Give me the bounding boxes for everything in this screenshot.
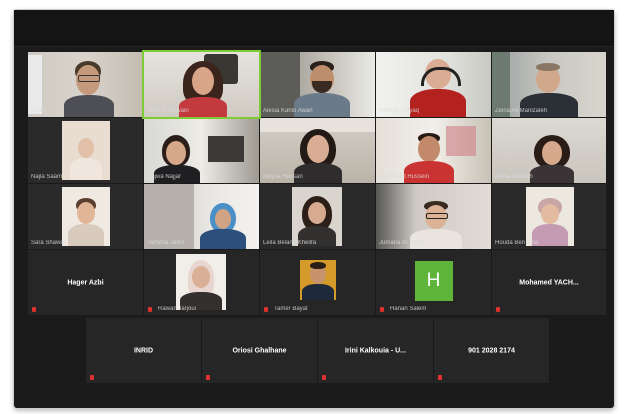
participant-tile-no-video[interactable]: INRID — [85, 317, 202, 384]
video-tile[interactable]: Maysa Hassan — [259, 117, 376, 184]
muted-mic-icon — [264, 307, 268, 312]
participant-name-label: Jumana Al Tamimi — [379, 240, 428, 246]
video-tile[interactable]: Najwa Najjar — [143, 117, 260, 184]
participant-name-label: Mahmoud Hussein — [379, 174, 430, 180]
participant-name-label: Houda Ben Attia — [495, 240, 539, 246]
video-tile[interactable]: Mahmoud Hussein — [375, 117, 492, 184]
monitor-frame: Lu Je... Iman Al Nuwairi Alesia Kahlo Aw… — [14, 10, 614, 408]
video-tile[interactable]: Asma Kaddah — [491, 117, 607, 184]
participant-name-label: Zeina Ali Manizaleh — [495, 108, 548, 114]
participant-tile-no-video[interactable]: Mohamed YACH... — [491, 249, 607, 316]
participant-display-name: Irini Kalkouia - U... — [344, 347, 407, 354]
video-tile[interactable]: Tarnima Jamil — [143, 183, 260, 250]
participant-name-label: Najla Saam — [31, 174, 63, 180]
video-tile[interactable]: Mervan Solyaq — [375, 51, 492, 118]
participant-display-name: 901 2028 2174 — [468, 347, 515, 354]
avatar: H — [414, 260, 453, 301]
participant-name-label: Sara Shawqi — [31, 240, 66, 246]
participant-name-label: Mervan Solyaq — [379, 108, 420, 114]
participant-name-label: Najwa Najjar — [147, 174, 182, 180]
participant-video — [532, 196, 568, 246]
participant-tile-no-video[interactable]: Irini Kalkouia - U... — [317, 317, 434, 384]
participant-name-label: Tamer Bayat — [274, 306, 308, 312]
profile-photo — [300, 260, 336, 300]
participant-video — [68, 196, 104, 246]
video-tile[interactable]: Jumana Al Tamimi — [375, 183, 492, 250]
participant-name-label: Maysa Hassan — [263, 174, 303, 180]
participant-video — [70, 136, 102, 180]
video-tile[interactable]: Leila Belarbi Khelifa — [259, 183, 376, 250]
muted-mic-icon — [32, 307, 36, 312]
participant-display-name: Mohamed YACH... — [519, 279, 579, 286]
participant-display-name: Oriosi Ghalhane — [232, 347, 287, 354]
participant-name-label: Lu Je... — [31, 108, 51, 114]
video-tile[interactable]: Houda Ben Attia — [491, 183, 607, 250]
muted-mic-icon — [90, 375, 94, 380]
participant-tile-photo[interactable]: Tamer Bayat — [259, 249, 376, 316]
video-gallery: Lu Je... Iman Al Nuwairi Alesia Kahlo Aw… — [14, 10, 614, 408]
participant-tile-no-video[interactable]: Hager Azbi — [27, 249, 144, 316]
video-tile-active-speaker[interactable]: Iman Al Nuwairi — [142, 50, 261, 119]
participant-display-name: Hager Azbi — [67, 279, 104, 286]
muted-mic-icon — [496, 307, 500, 312]
participant-name-label: Asma Kaddah — [495, 174, 533, 180]
participant-tile-no-video[interactable]: 901 2028 2174 — [433, 317, 550, 384]
participant-video — [528, 133, 576, 183]
muted-mic-icon — [438, 375, 442, 380]
muted-mic-icon — [206, 375, 210, 380]
video-tile[interactable]: Zeina Ali Manizaleh — [491, 51, 607, 118]
participant-name-label: Alesia Kahlo Awan — [263, 108, 313, 114]
participant-video — [64, 59, 114, 117]
video-tile[interactable]: Sara Shawqi — [27, 183, 144, 250]
muted-mic-icon — [148, 307, 152, 312]
muted-mic-icon — [322, 375, 326, 380]
participant-name-label: Leila Belarbi Khelifa — [263, 240, 317, 246]
participant-display-name: INRID — [133, 347, 154, 354]
participant-name-label: Rawan Jarjoui — [158, 306, 197, 312]
video-tile[interactable]: Najla Saam — [27, 117, 144, 184]
video-tile[interactable]: Lu Je... — [27, 51, 144, 118]
profile-photo — [176, 254, 226, 310]
participant-tile-photo[interactable]: Rawan Jarjoui — [143, 249, 260, 316]
participant-video — [298, 194, 336, 246]
video-tile[interactable]: Alesia Kahlo Awan — [259, 51, 376, 118]
participant-tile-avatar[interactable]: H Hanan Salem — [375, 249, 492, 316]
participant-name-label: Hanan Salem — [390, 306, 427, 312]
muted-mic-icon — [380, 307, 384, 312]
participant-name-label: Tarnima Jamil — [147, 240, 185, 246]
participant-tile-no-video[interactable]: Oriosi Ghalhane — [201, 317, 318, 384]
participant-name-label: Iman Al Nuwairi — [147, 108, 189, 114]
participant-video — [198, 203, 248, 249]
